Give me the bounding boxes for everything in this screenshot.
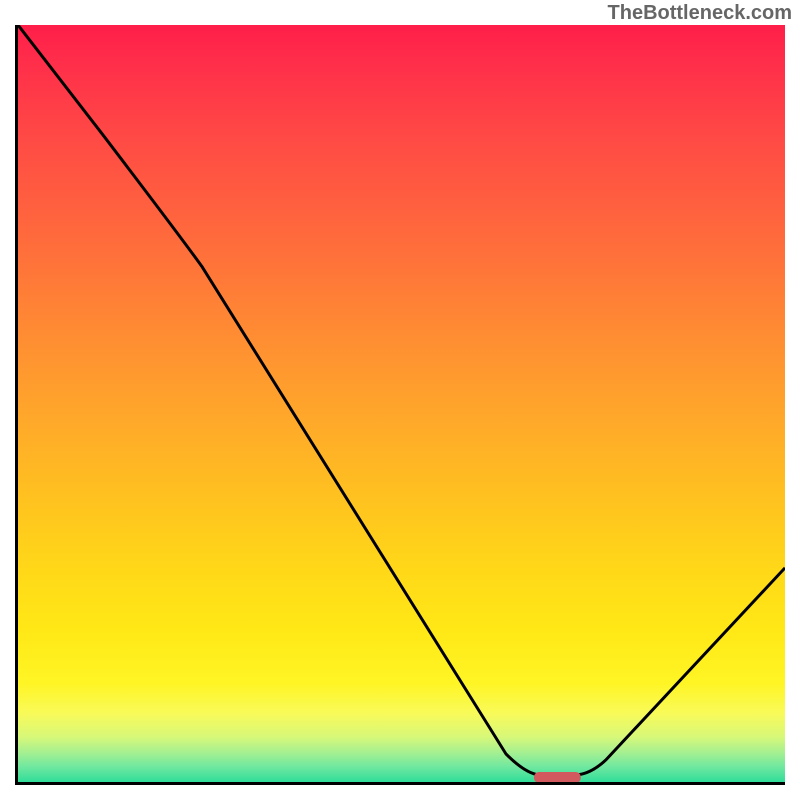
watermark-text: TheBottleneck.com [608,2,792,25]
bottleneck-curve [18,25,785,775]
optimal-marker [534,772,581,782]
chart-plot-area [15,25,785,785]
curve-svg [18,25,785,782]
